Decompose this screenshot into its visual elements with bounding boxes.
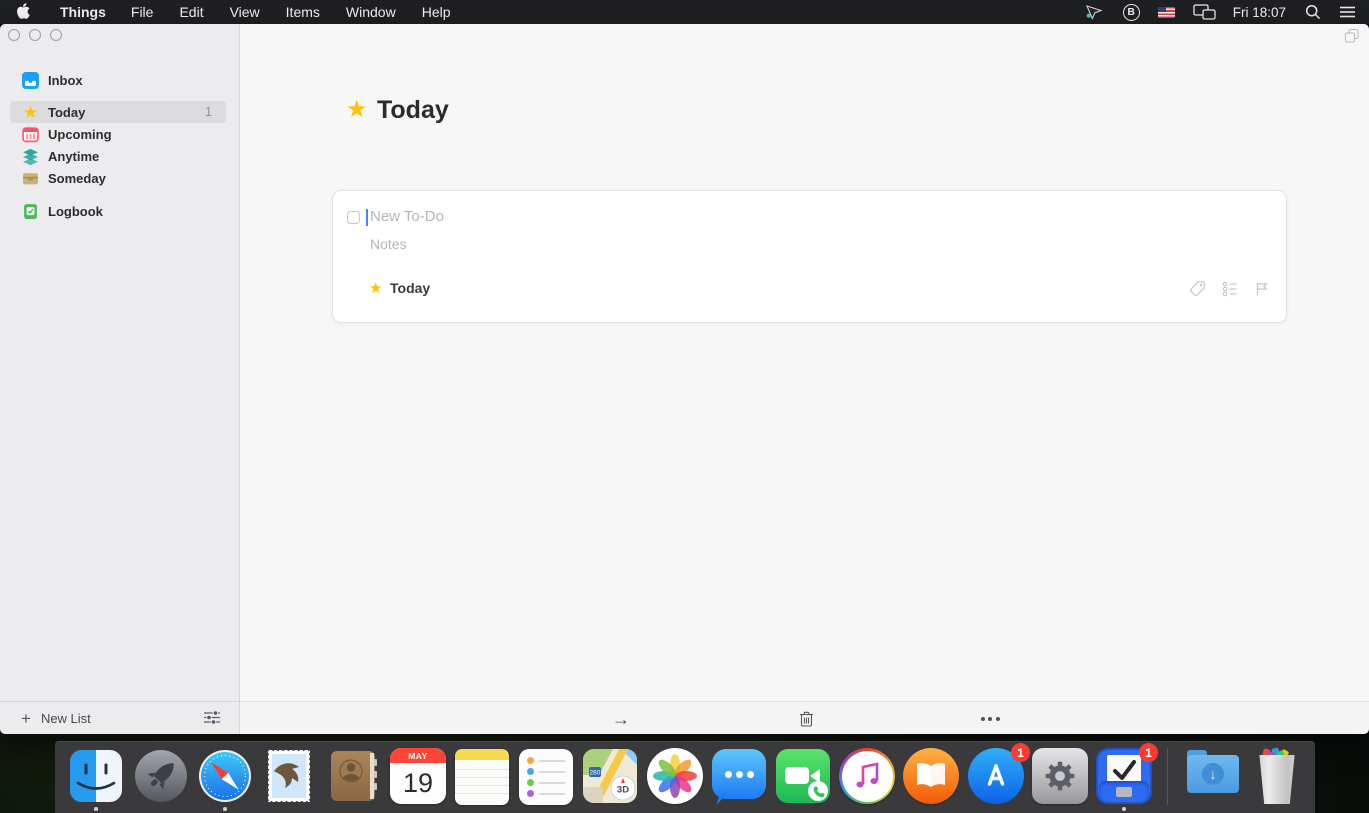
apple-logo-icon [17,3,30,22]
logbook-icon [22,203,39,220]
text-cursor [366,209,368,226]
dock-trash[interactable] [1248,747,1306,805]
calendar-month: MAY [390,748,446,763]
menu-item-view[interactable]: View [217,4,273,20]
menu-item-file[interactable]: File [118,4,167,20]
minimize-window-button[interactable] [29,29,41,41]
things-notification-badge: 1 [1139,743,1158,762]
menu-bar-left: Things File Edit View Items Window Help [0,0,464,24]
sidebar-divider [239,24,240,734]
dock-app-contacts[interactable] [324,747,382,805]
checklist-icon[interactable] [1220,279,1239,298]
maps-route-shield: 280 [590,770,601,777]
sidebar-item-inbox[interactable]: Inbox [10,69,226,91]
trash-icon[interactable] [798,702,814,734]
new-todo-card[interactable]: New To-Do Notes ★ Today [332,190,1287,323]
dock-app-maps[interactable]: 3D 280 [581,747,639,805]
menu-item-help[interactable]: Help [409,4,464,20]
menu-bar-clock[interactable]: Fri 18:07 [1225,5,1296,20]
deadline-flag-icon[interactable] [1252,279,1271,298]
dock-app-app-store[interactable]: 1 [967,747,1025,805]
inbox-icon [22,72,39,89]
todo-title-input[interactable]: New To-Do [370,208,444,225]
running-indicator-safari [223,807,227,811]
more-ellipsis-icon[interactable] [978,702,1002,734]
menu-app-name[interactable]: Things [48,4,118,20]
sidebar-item-label: Anytime [48,149,99,164]
upcoming-calendar-icon [22,126,39,143]
dock-app-itunes[interactable] [838,747,896,805]
menu-item-window[interactable]: Window [333,4,409,20]
menu-item-items[interactable]: Items [273,4,333,20]
menu-bar-status-area: B Fri 18:07 [1075,0,1369,24]
page-title-star-icon: ★ [346,98,368,122]
today-star-icon: ★ [22,104,39,121]
sidebar-item-upcoming[interactable]: Upcoming [10,123,226,145]
when-today-chip[interactable]: Today [390,280,430,296]
dock-app-system-preferences[interactable] [1031,747,1089,805]
sidebar-item-someday[interactable]: Someday [10,167,226,189]
dock-app-messages[interactable] [710,747,768,805]
main-toolbar: → [240,701,1369,734]
new-list-button[interactable]: New List [41,711,91,726]
duplicate-window-icon[interactable] [1344,28,1360,49]
tag-plus-icon[interactable] [1188,279,1207,298]
sidebar-item-anytime[interactable]: Anytime [10,145,226,167]
dock-app-calendar[interactable]: MAY 19 [389,747,447,805]
calendar-day: 19 [390,763,446,804]
dock-separator [1167,748,1168,805]
list-settings-sliders-icon[interactable] [203,710,221,730]
b-circle-status-icon[interactable]: B [1114,0,1149,24]
maps-3d-label: 3D [617,785,629,796]
menu-item-edit[interactable]: Edit [166,4,216,20]
sidebar-item-label: Inbox [48,73,83,88]
desktop: Things File Edit View Items Window Help … [0,0,1369,813]
dock-app-launchpad[interactable] [132,747,190,805]
zoom-window-button[interactable] [50,29,62,41]
notification-center-icon[interactable] [1330,0,1369,24]
sidebar-item-label: Someday [48,171,106,186]
plus-icon: + [21,710,31,727]
menu-bar: Things File Edit View Items Window Help … [0,0,1369,24]
dock-app-books[interactable] [902,747,960,805]
running-indicator-finder [94,807,98,811]
dock: MAY 19 3D 280 [55,741,1315,813]
dock-folder-downloads[interactable]: ↓ [1184,747,1242,805]
dock-app-reminders[interactable] [517,747,575,805]
pointer-status-icon[interactable] [1075,0,1114,24]
dock-app-facetime[interactable] [774,747,832,805]
page-title: Today [377,96,449,125]
when-star-icon: ★ [369,281,382,296]
apple-menu[interactable] [0,0,48,24]
todo-notes-input[interactable]: Notes [370,236,407,252]
today-count-badge: 1 [205,105,212,119]
sidebar-item-logbook[interactable]: Logbook [10,200,226,222]
app-store-notification-badge: 1 [1011,743,1030,762]
spotlight-search-icon[interactable] [1296,0,1330,24]
sidebar-item-label: Today [48,105,85,120]
facetime-phone-badge [808,781,828,801]
someday-box-icon [22,170,39,187]
dock-app-mail[interactable] [260,747,318,805]
sidebar-item-label: Upcoming [48,127,112,142]
sidebar-item-today[interactable]: ★ Today 1 [10,101,226,123]
anytime-layers-icon [22,148,39,165]
main-content: ★ Today New To-Do Notes ★ Today [240,24,1369,701]
displays-status-icon[interactable] [1184,0,1225,24]
dock-app-things[interactable]: 1 [1095,747,1153,805]
input-source-flag-icon[interactable] [1149,0,1184,24]
move-arrow-icon[interactable]: → [611,702,631,734]
things-window: Inbox ★ Today 1 Upcoming Anytime Someday [0,24,1369,734]
running-indicator-things [1122,807,1126,811]
dock-app-notes[interactable] [453,747,511,805]
close-window-button[interactable] [8,29,20,41]
sidebar: Inbox ★ Today 1 Upcoming Anytime Someday [0,24,240,701]
dock-app-safari[interactable] [196,747,254,805]
todo-checkbox[interactable] [347,211,360,224]
dock-app-finder[interactable] [67,747,125,805]
sidebar-item-label: Logbook [48,204,103,219]
dock-app-photos[interactable] [646,747,704,805]
